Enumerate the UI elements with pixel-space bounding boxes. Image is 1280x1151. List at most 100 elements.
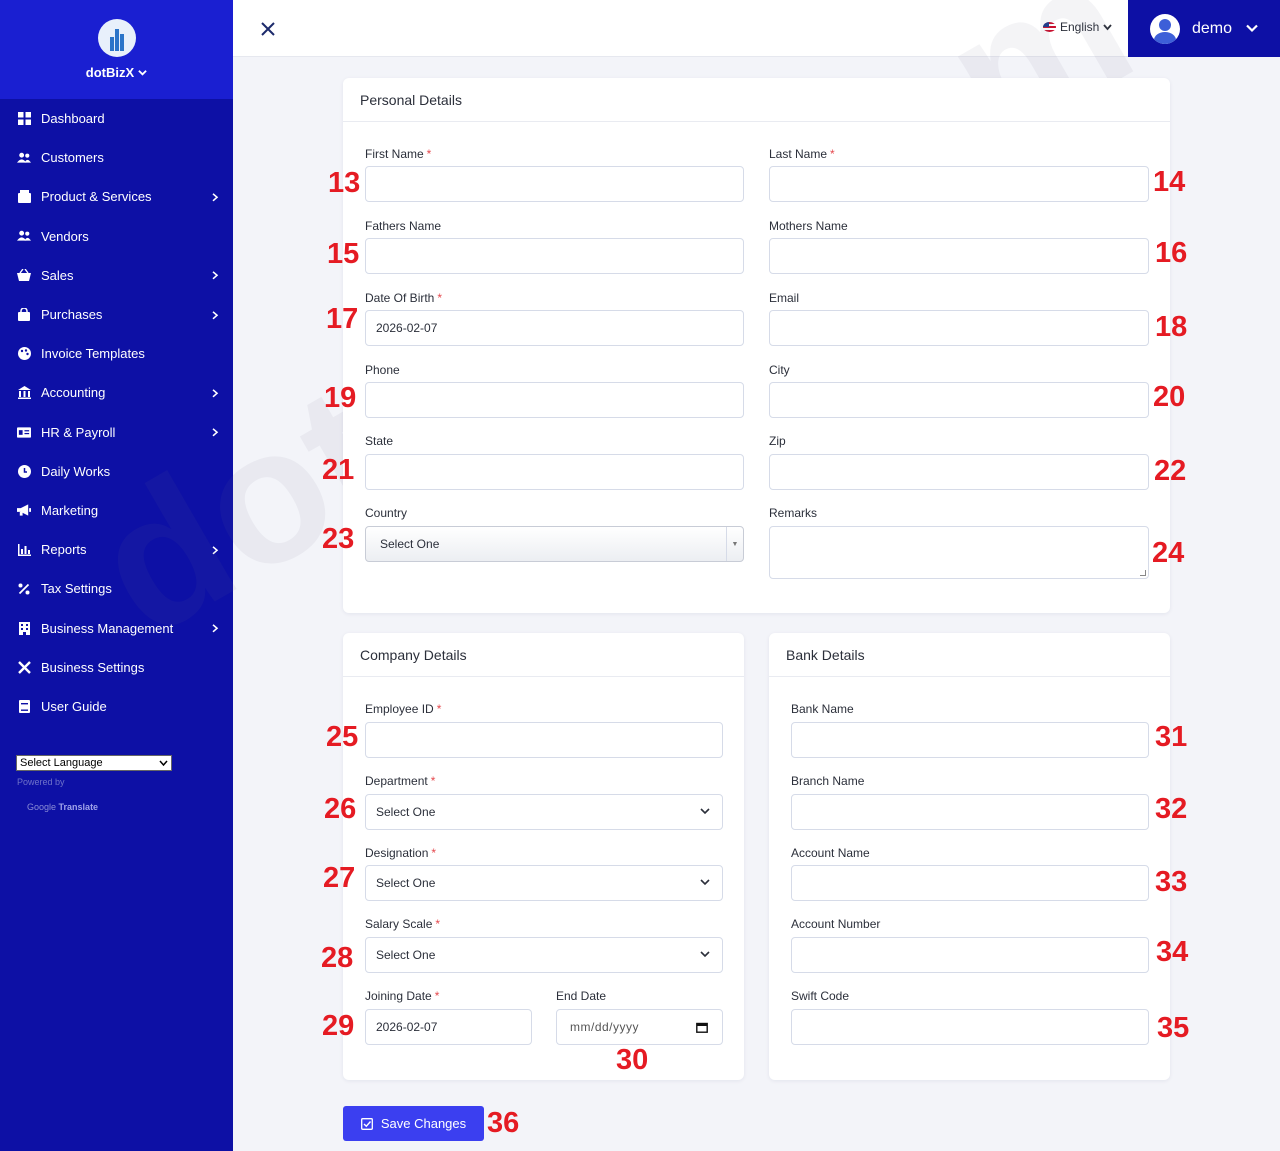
sidebar-item-hr-payroll[interactable]: HR & Payroll xyxy=(0,413,233,452)
required-mark: * xyxy=(434,989,440,1003)
sidebar-item-invoice-templates[interactable]: Invoice Templates xyxy=(0,334,233,373)
account-number-input[interactable] xyxy=(791,937,1149,973)
sidebar-item-tax-settings[interactable]: Tax Settings xyxy=(0,569,233,608)
user-menu[interactable]: demo xyxy=(1128,0,1280,57)
us-flag-icon xyxy=(1043,22,1056,32)
google-translate-link[interactable]: Google Translate xyxy=(27,802,98,812)
annotation-label: 23 xyxy=(322,523,355,555)
end-date-placeholder: mm/dd/yyyy xyxy=(570,1020,640,1034)
sidebar-item-business-settings[interactable]: Business Settings xyxy=(0,648,233,687)
annotation-label: 36 xyxy=(487,1107,520,1139)
annotation-label: 32 xyxy=(1155,793,1188,825)
avatar xyxy=(1150,13,1180,44)
save-changes-button[interactable]: Save Changes xyxy=(343,1106,484,1141)
country-select-value: Select One xyxy=(380,537,440,551)
salary-scale-label: Salary Scale * xyxy=(365,917,440,931)
country-select[interactable]: Select One ▼ xyxy=(365,526,744,562)
annotation-label: 33 xyxy=(1155,866,1188,898)
required-mark: * xyxy=(437,291,443,305)
label-text: Designation xyxy=(365,846,429,860)
box-icon xyxy=(17,190,31,204)
calendar-icon[interactable] xyxy=(696,1022,708,1033)
first-name-input[interactable] xyxy=(365,166,744,202)
email-label: Email xyxy=(769,291,800,305)
sidebar-item-marketing[interactable]: Marketing xyxy=(0,491,233,530)
branch-name-input[interactable] xyxy=(791,794,1149,830)
last-name-input[interactable] xyxy=(769,166,1149,202)
account-name-input[interactable] xyxy=(791,865,1149,901)
palette-icon xyxy=(17,347,31,361)
fathers-name-input[interactable] xyxy=(365,238,744,274)
annotation-label: 34 xyxy=(1156,936,1189,968)
required-mark: * xyxy=(430,774,436,788)
sidebar-item-sales[interactable]: Sales xyxy=(0,256,233,295)
sidebar-item-product-services[interactable]: Product & Services xyxy=(0,177,233,216)
sidebar-item-label: Invoice Templates xyxy=(41,346,145,362)
sidebar-item-user-guide[interactable]: User Guide xyxy=(0,687,233,726)
joining-date-label: Joining Date * xyxy=(365,989,439,1003)
label-text: Salary Scale xyxy=(365,917,433,931)
designation-select[interactable]: Select One xyxy=(365,865,723,901)
bank-name-label: Bank Name xyxy=(791,702,854,716)
book-icon xyxy=(17,699,31,713)
zip-input[interactable] xyxy=(769,454,1149,490)
language-label: English xyxy=(1060,20,1100,34)
sidebar-item-label: Business Management xyxy=(41,620,174,636)
employee-id-input[interactable] xyxy=(365,722,723,758)
sidebar-item-label: Daily Works xyxy=(41,463,111,479)
end-date-input[interactable]: mm/dd/yyyy xyxy=(556,1009,723,1045)
salary-scale-select[interactable]: Select One xyxy=(365,937,723,973)
sidebar-item-accounting[interactable]: Accounting xyxy=(0,373,233,412)
label-text: Department xyxy=(365,774,428,788)
brand-header[interactable]: dotBizX xyxy=(0,0,233,99)
sidebar-item-dashboard[interactable]: Dashboard xyxy=(0,99,233,138)
remarks-label: Remarks xyxy=(769,506,818,520)
zip-label: Zip xyxy=(769,434,786,448)
country-label: Country xyxy=(365,506,408,520)
company-details-card: Company Details Employee ID * Department *… xyxy=(343,633,744,1080)
sidebar-item-daily-works[interactable]: Daily Works xyxy=(0,452,233,491)
state-label: State xyxy=(365,434,394,448)
brand-name[interactable]: dotBizX xyxy=(86,65,147,80)
card-title: Company Details xyxy=(343,633,744,677)
chevron-down-icon xyxy=(700,879,710,886)
sidebar-item-business-management[interactable]: Business Management xyxy=(0,608,233,647)
annotation-label: 26 xyxy=(324,793,357,825)
bank-name-input[interactable] xyxy=(791,722,1149,758)
swift-code-input[interactable] xyxy=(791,1009,1149,1045)
mothers-name-input[interactable] xyxy=(769,238,1149,274)
label-text: Employee ID xyxy=(365,702,434,716)
sidebar-item-reports[interactable]: Reports xyxy=(0,530,233,569)
department-select[interactable]: Select One xyxy=(365,794,723,830)
sidebar-item-vendors[interactable]: Vendors xyxy=(0,217,233,256)
language-switcher[interactable]: English xyxy=(1043,20,1113,34)
sidebar-item-label: Reports xyxy=(41,542,87,558)
phone-input[interactable] xyxy=(365,382,744,418)
designation-select-value: Select One xyxy=(376,876,436,890)
salary-scale-select-value: Select One xyxy=(376,948,436,962)
designation-label: Designation * xyxy=(365,846,436,860)
annotation-label: 31 xyxy=(1155,721,1188,753)
email-input[interactable] xyxy=(769,310,1149,346)
annotation-label: 21 xyxy=(322,454,355,486)
chevron-down-icon xyxy=(1103,23,1113,30)
annotation-label: 24 xyxy=(1152,537,1185,569)
account-number-label: Account Number xyxy=(791,917,881,931)
language-select[interactable]: Select Language xyxy=(16,755,172,771)
department-select-value: Select One xyxy=(376,805,436,819)
remarks-textarea[interactable] xyxy=(769,526,1149,579)
annotation-label: 16 xyxy=(1155,237,1188,269)
powered-by-text: Powered by xyxy=(17,777,65,787)
city-input[interactable] xyxy=(769,382,1149,418)
resize-handle-icon[interactable] xyxy=(1140,570,1146,576)
sidebar-item-label: Sales xyxy=(41,267,74,283)
sidebar-item-customers[interactable]: Customers xyxy=(0,138,233,177)
annotation-label: 29 xyxy=(322,1010,355,1042)
sidebar-item-purchases[interactable]: Purchases xyxy=(0,295,233,334)
sidebar-item-label: Accounting xyxy=(41,385,106,401)
joining-date-input[interactable]: 2026-02-07 xyxy=(365,1009,532,1045)
user-name: demo xyxy=(1192,19,1233,37)
dob-input[interactable]: 2026-02-07 xyxy=(365,310,744,346)
close-icon[interactable] xyxy=(257,18,279,40)
state-input[interactable] xyxy=(365,454,744,490)
